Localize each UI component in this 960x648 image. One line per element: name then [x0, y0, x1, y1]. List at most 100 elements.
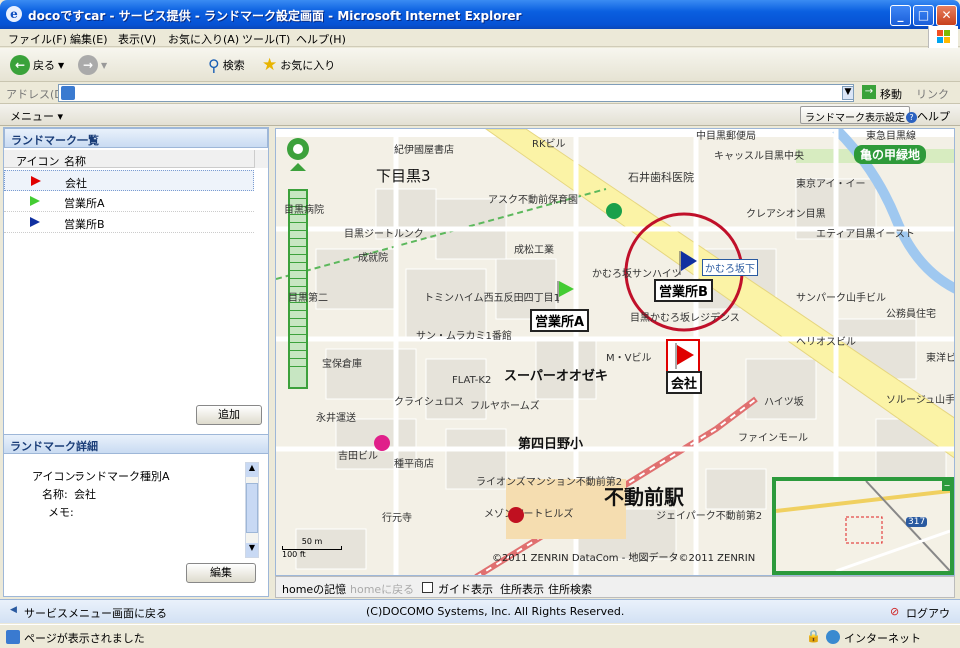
address-dropdown[interactable]: ▼ — [842, 86, 854, 100]
map-label: エティア目黒イースト — [816, 229, 915, 240]
menu-favorites[interactable]: お気に入り(A) — [168, 31, 239, 47]
menu-edit[interactable]: 編集(E) — [70, 31, 108, 47]
pan-control[interactable] — [286, 137, 310, 177]
scroll-down-icon[interactable]: ▼ — [246, 543, 258, 557]
map-label: 東京アイ・イー — [796, 179, 866, 190]
landmark-marker-b[interactable] — [678, 251, 698, 275]
map-label: 目黒第二 — [288, 293, 328, 304]
landmark-row[interactable]: 営業所B — [4, 212, 254, 233]
app-footer: ◀ サービスメニュー画面に戻る (C)DOCOMO Systems, Inc. … — [0, 599, 960, 636]
menu-tools[interactable]: ツール(T) — [242, 31, 290, 47]
guide-checkbox[interactable] — [422, 582, 433, 593]
map-label: 永井運送 — [316, 413, 356, 424]
guide-label: ガイド表示 — [438, 583, 493, 596]
map-label: ライオンズマンション不動前第2 — [476, 477, 623, 488]
map-label: キャッスル目黒中央 — [714, 151, 804, 162]
map-view[interactable]: 下目黒3 亀の甲緑地 東急目黒線 中目黒郵便局 石井歯科医院 目黒病院 成就院 … — [275, 128, 955, 576]
landmark-name: 営業所B — [64, 218, 105, 231]
go-arrow-icon[interactable]: → — [862, 85, 876, 99]
landmark-display-settings-button[interactable]: ランドマーク表示設定 — [800, 106, 910, 124]
back-button[interactable]: ← 戻る ▼ — [10, 54, 64, 76]
back-arrow-icon: ← — [10, 55, 30, 75]
map-label: クレアシオン目黒 — [746, 209, 826, 220]
ie-logo-icon: e — [6, 6, 22, 22]
back-triangle-icon: ◀ — [10, 605, 17, 615]
home-memory-button[interactable]: homeの記憶 — [282, 581, 346, 597]
detail-icon-label: アイコン: — [32, 470, 80, 483]
scale-100: 100 ft — [282, 550, 306, 559]
list-scroll-area — [254, 150, 268, 168]
landmark-marker-company[interactable] — [666, 339, 700, 373]
landmark-name: 会社 — [65, 177, 87, 190]
window-title: docoですcar - サービス提供 - ランドマーク設定画面 - Micros… — [28, 9, 522, 23]
landmark-label-b[interactable]: 営業所B — [654, 279, 713, 302]
poi-pin-icon — [374, 435, 390, 451]
address-display-button[interactable]: 住所表示 — [500, 581, 544, 597]
status-bar: ページが表示されました 🔒 インターネット — [0, 624, 960, 648]
lock-icon: 🔒 — [806, 629, 821, 643]
address-search-button[interactable]: 住所検索 — [548, 581, 592, 597]
maximize-button[interactable]: □ — [913, 5, 934, 26]
star-icon: ★ — [262, 55, 278, 75]
add-button[interactable]: 追加 — [196, 405, 262, 425]
address-input[interactable] — [58, 84, 854, 102]
menu-help[interactable]: ヘルプ(H) — [296, 31, 346, 47]
detail-name-label: 名称: — [42, 488, 68, 501]
map-controls-bar: homeの記憶 homeに戻る ガイド表示 住所表示 住所検索 — [275, 576, 955, 598]
browser-toolbar: ← 戻る▼ →▼ ✕ ↻ ⌂ ⚲ 検索 ★ お気に入り ⟳ ✉ ⎙ W ● — [0, 48, 960, 123]
landmark-marker-a[interactable] — [556, 281, 576, 303]
landmark-row[interactable]: 営業所A — [4, 191, 254, 212]
map-label: ソルージュ山手 — [886, 395, 955, 406]
landmark-name: 営業所A — [64, 197, 105, 210]
map-label: 公務員住宅 — [886, 309, 936, 320]
app-bar: メニュー ▾ ランドマーク表示設定 ? ヘルプ — [0, 104, 960, 126]
map-label: ヘリオスビル — [796, 337, 856, 348]
help-button[interactable]: ? ヘルプ — [906, 108, 950, 124]
minimize-overview-icon[interactable]: − — [942, 481, 952, 491]
scroll-thumb[interactable] — [246, 483, 258, 533]
zone-text: インターネット — [844, 632, 921, 645]
map-label: 吉田ビル — [338, 451, 378, 462]
links-button[interactable]: リンク — [916, 86, 949, 102]
menu-dropdown-label: メニュー — [10, 110, 54, 123]
poi-pin-icon — [508, 507, 524, 523]
menu-dropdown[interactable]: メニュー ▾ — [10, 108, 63, 124]
back-label: 戻る — [33, 59, 55, 72]
edit-button[interactable]: 編集 — [186, 563, 256, 583]
home-return-button[interactable]: homeに戻る — [350, 581, 414, 597]
map-label: 行元寺 — [382, 513, 412, 524]
map-label: 亀の甲緑地 — [854, 145, 927, 164]
overview-map[interactable]: 317 − — [772, 477, 954, 575]
search-icon: ⚲ — [208, 55, 220, 75]
map-label: FLAT-K2 — [452, 375, 492, 386]
search-button[interactable]: ⚲ 検索 — [208, 54, 245, 76]
favorites-button[interactable]: ★ お気に入り — [262, 54, 335, 76]
map-label: 種平商店 — [394, 459, 434, 470]
landmark-label-company[interactable]: 会社 — [666, 371, 703, 394]
menu-view[interactable]: 表示(V) — [118, 31, 156, 47]
detail-scrollbar[interactable]: ▲ ▼ — [245, 462, 259, 558]
close-button[interactable]: ✕ — [936, 5, 957, 26]
footer-copyright: (C)DOCOMO Systems, Inc. All Rights Reser… — [366, 605, 625, 618]
map-label: 目黒ジートルンク — [344, 229, 424, 240]
landmark-label-a[interactable]: 営業所A — [530, 309, 590, 332]
search-label: 検索 — [222, 59, 245, 72]
back-to-menu-link[interactable]: サービスメニュー画面に戻る — [24, 605, 167, 621]
minimize-button[interactable]: _ — [890, 5, 911, 26]
forward-button[interactable]: → ▼ — [78, 54, 107, 76]
map-label: トミンハイム西五反田四丁目1 — [424, 293, 560, 304]
map-label: 石井歯科医院 — [628, 171, 694, 184]
detail-icon-value: ランドマーク種別A — [74, 470, 170, 483]
landmark-list-columns: アイコン 名称 — [4, 150, 254, 168]
landmark-row[interactable]: 会社 — [4, 170, 254, 191]
go-button[interactable]: 移動 — [880, 86, 902, 102]
title-bar: e docoですcar - サービス提供 - ランドマーク設定画面 - Micr… — [0, 0, 960, 29]
menu-file[interactable]: ファイル(F) — [8, 31, 67, 47]
map-label: サン・ムラカミ1番館 — [416, 331, 512, 342]
scroll-up-icon[interactable]: ▲ — [246, 463, 258, 477]
column-name: 名称 — [64, 155, 86, 168]
map-label: 目黒かむろ坂レジデンス — [630, 313, 740, 324]
map-label: 不動前駅 — [604, 485, 684, 509]
map-label: アスク不動前保育園 — [488, 195, 578, 206]
forward-arrow-icon: → — [78, 55, 98, 75]
